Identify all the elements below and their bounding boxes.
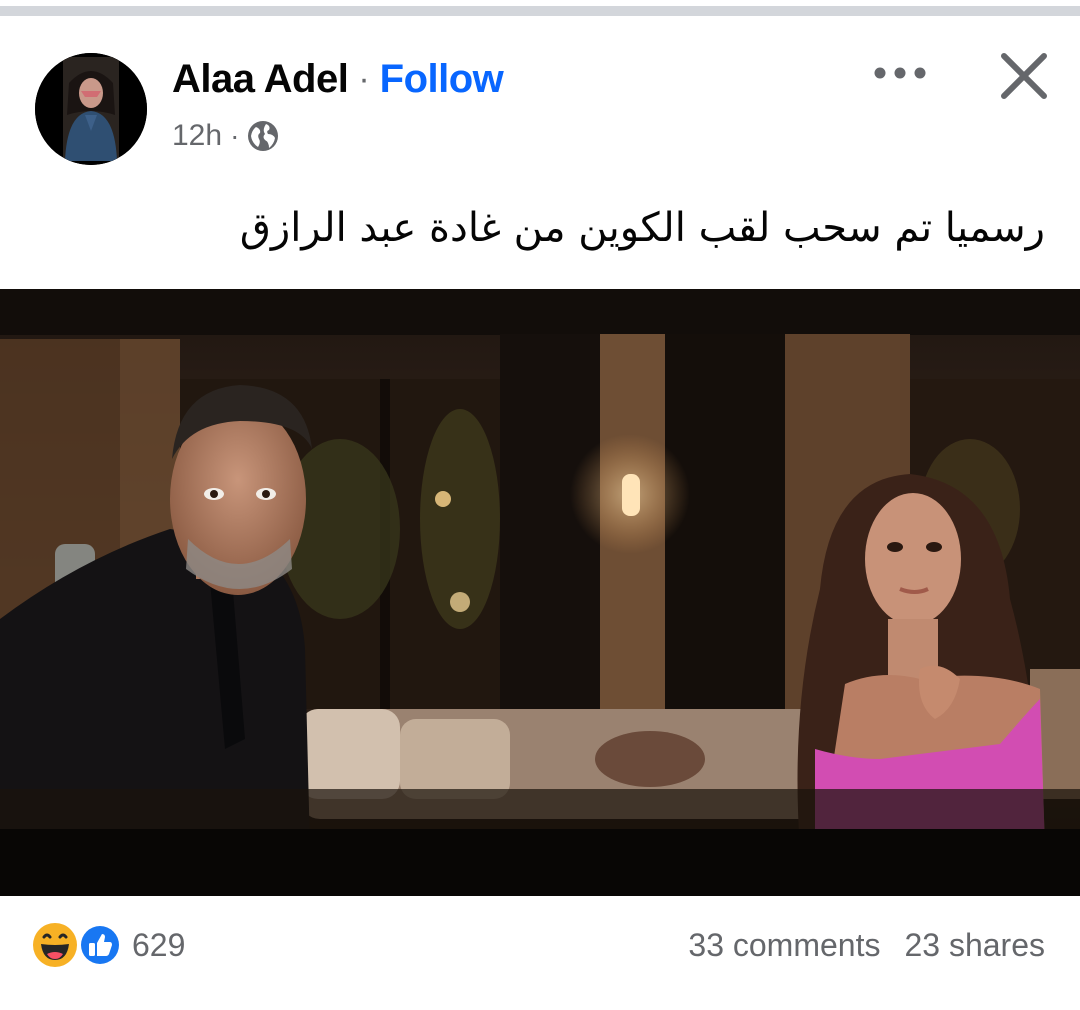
engagement-counts: 33 comments 23 shares: [688, 920, 1045, 970]
close-button[interactable]: [996, 48, 1052, 104]
separator-dot: ·: [358, 59, 370, 98]
author-avatar[interactable]: [35, 53, 147, 165]
globe-icon: [247, 120, 279, 152]
reaction-count: 629: [132, 926, 186, 963]
post-text: رسميا تم سحب لقب الكوين من غادة عبد الرا…: [239, 205, 1045, 251]
author-name[interactable]: Alaa Adel: [172, 57, 349, 102]
top-divider: [0, 0, 1080, 20]
post-time[interactable]: 12h: [172, 119, 222, 153]
separator-dot: ·: [230, 120, 240, 151]
like-icon: [79, 924, 121, 966]
follow-button[interactable]: Follow: [380, 57, 504, 102]
post-photo[interactable]: [0, 289, 1080, 896]
post-meta: 12h ·: [172, 118, 279, 154]
comments-count-link[interactable]: 33 comments: [688, 927, 880, 964]
haha-icon: [33, 923, 77, 967]
close-icon: [1001, 53, 1047, 99]
more-options-button[interactable]: [870, 58, 934, 88]
reactions-summary[interactable]: 629: [32, 920, 185, 970]
author-line: Alaa Adel · Follow: [172, 54, 504, 104]
post-header: Alaa Adel · Follow 12h ·: [0, 20, 1080, 180]
more-options-icon: [874, 67, 926, 79]
shares-count-link[interactable]: 23 shares: [904, 927, 1045, 964]
reaction-icons: [32, 922, 126, 968]
